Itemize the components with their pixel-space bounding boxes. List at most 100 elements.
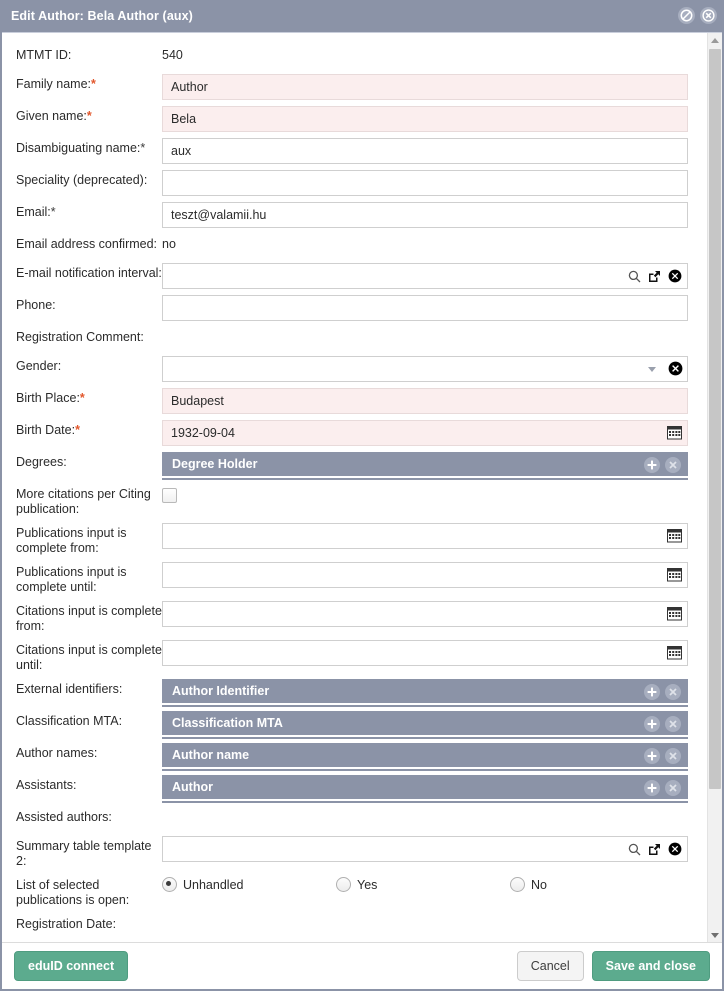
section-bar-title: Degree Holder — [172, 457, 258, 471]
field-speciality-deprecated — [162, 170, 688, 196]
field-registration-date — [162, 914, 688, 934]
radio-item-no[interactable]: No — [510, 877, 684, 892]
calendar-icon[interactable] — [667, 425, 682, 443]
calendar-icon[interactable] — [667, 645, 682, 663]
field-label-family-name: Family name:* — [16, 74, 162, 92]
required-marker: * — [79, 391, 85, 405]
lookup-clear-icon[interactable] — [668, 842, 682, 856]
form-row-e-mail-notification-interval: E-mail notification interval: — [2, 263, 708, 289]
disable-icon[interactable] — [678, 7, 695, 24]
scrollbar-thumb[interactable] — [709, 49, 721, 789]
field-label-assisted-authors: Assisted authors: — [16, 807, 162, 825]
form-row-publications-input-is-complete-from: Publications input is complete from: — [2, 523, 708, 556]
section-bar-author[interactable]: Author — [162, 775, 688, 801]
plus-circle-icon[interactable] — [644, 716, 660, 732]
plus-circle-icon[interactable] — [644, 780, 660, 796]
text-input-family-name[interactable] — [162, 74, 688, 100]
plus-circle-icon[interactable] — [644, 748, 660, 764]
form-row-more-citations-per-citing-publication: More citations per Citing publication: — [2, 484, 708, 517]
section-actions — [644, 457, 681, 473]
field-label-citations-input-is-complete-until: Citations input is complete until: — [16, 640, 162, 673]
section-bar-classification-mta[interactable]: Classification MTA — [162, 711, 688, 737]
required-marker: * — [91, 77, 96, 91]
section-bar-author-name[interactable]: Author name — [162, 743, 688, 769]
field-label-classification-mta: Classification MTA: — [16, 711, 162, 729]
vertical-scrollbar[interactable] — [707, 33, 722, 942]
text-input-phone[interactable] — [162, 295, 688, 321]
field-label-publications-input-is-complete-from: Publications input is complete from: — [16, 523, 162, 556]
plus-circle-icon[interactable] — [644, 684, 660, 700]
text-input-disambiguating-name[interactable] — [162, 138, 688, 164]
text-input-email[interactable] — [162, 202, 688, 228]
field-label-text: Birth Date: — [16, 423, 76, 437]
radio-label: No — [531, 877, 547, 892]
chevron-down-icon[interactable] — [648, 367, 656, 372]
calendar-icon[interactable] — [667, 606, 682, 624]
remove-circle-icon[interactable] — [665, 748, 681, 764]
date-input-publications-input-is-complete-from[interactable] — [162, 523, 688, 549]
save-and-close-button[interactable]: Save and close — [591, 951, 710, 981]
field-assisted-authors — [162, 807, 688, 827]
form-row-email: Email:* — [2, 202, 708, 228]
form-row-given-name: Given name:* — [2, 106, 708, 132]
text-input-birth-place[interactable] — [162, 388, 688, 414]
close-icon[interactable] — [700, 7, 717, 24]
remove-circle-icon[interactable] — [665, 684, 681, 700]
field-summary-table-template-2 — [162, 836, 688, 862]
field-label-more-citations-per-citing-publication: More citations per Citing publication: — [16, 484, 162, 517]
remove-circle-icon[interactable] — [665, 457, 681, 473]
field-label-text: MTMT ID: — [16, 48, 72, 62]
text-input-given-name[interactable] — [162, 106, 688, 132]
field-label-disambiguating-name: Disambiguating name:* — [16, 138, 162, 156]
field-label-text: E-mail notification interval: — [16, 266, 162, 280]
radio-no[interactable] — [510, 877, 525, 892]
form-row-email-address-confirmed: Email address confirmed: no — [2, 234, 708, 257]
field-label-text: Citations input is complete until: — [16, 643, 162, 672]
radio-unhandled[interactable] — [162, 877, 177, 892]
scroll-down-arrow[interactable] — [708, 928, 722, 942]
lookup-clear-icon[interactable] — [668, 269, 682, 283]
field-email — [162, 202, 688, 228]
select-clear-icon[interactable] — [668, 361, 683, 379]
section-bar-title: Author name — [172, 748, 250, 762]
field-label-text: More citations per Citing publication: — [16, 487, 151, 516]
calendar-icon[interactable] — [667, 567, 682, 585]
date-input-citations-input-is-complete-until[interactable] — [162, 640, 688, 666]
date-input-citations-input-is-complete-from[interactable] — [162, 601, 688, 627]
radio-item-unhandled[interactable]: Unhandled — [162, 877, 336, 892]
field-label-author-names: Author names: — [16, 743, 162, 761]
search-icon[interactable] — [628, 843, 641, 856]
static-value: 540 — [162, 48, 183, 62]
date-input-publications-input-is-complete-until[interactable] — [162, 562, 688, 588]
dialog-title: Edit Author: Bela Author (aux) — [11, 9, 193, 23]
remove-circle-icon[interactable] — [665, 716, 681, 732]
radio-yes[interactable] — [336, 877, 351, 892]
section-bar-author-identifier[interactable]: Author Identifier — [162, 679, 688, 705]
select-input-gender[interactable] — [162, 356, 688, 382]
eduid-connect-button[interactable]: eduID connect — [14, 951, 129, 981]
field-label-gender: Gender: — [16, 356, 162, 374]
field-phone — [162, 295, 688, 321]
lookup-input-summary-table-template-2[interactable] — [162, 836, 688, 862]
checkbox-more-citations-per-citing-publication[interactable] — [162, 488, 177, 503]
external-link-icon[interactable] — [648, 270, 661, 283]
cancel-button[interactable]: Cancel — [516, 951, 584, 981]
field-label-text: External identifiers: — [16, 682, 123, 696]
field-label-text: Classification MTA: — [16, 714, 123, 728]
field-email-address-confirmed: no — [162, 234, 688, 254]
calendar-icon[interactable] — [667, 528, 682, 546]
field-citations-input-is-complete-until — [162, 640, 688, 666]
external-link-icon[interactable] — [648, 843, 661, 856]
lookup-input-e-mail-notification-interval[interactable] — [162, 263, 688, 289]
scroll-up-arrow[interactable] — [708, 33, 722, 47]
field-assistants: Author — [162, 775, 688, 801]
search-icon[interactable] — [628, 270, 641, 283]
remove-circle-icon[interactable] — [665, 780, 681, 796]
text-input-speciality-deprecated[interactable] — [162, 170, 688, 196]
required-marker: * — [140, 141, 146, 155]
plus-circle-icon[interactable] — [644, 457, 660, 473]
radio-item-yes[interactable]: Yes — [336, 877, 510, 892]
date-input-birth-date[interactable] — [162, 420, 688, 446]
section-bar-degree-holder[interactable]: Degree Holder — [162, 452, 688, 478]
form-row-external-identifiers: External identifiers: Author Identifier — [2, 679, 708, 705]
